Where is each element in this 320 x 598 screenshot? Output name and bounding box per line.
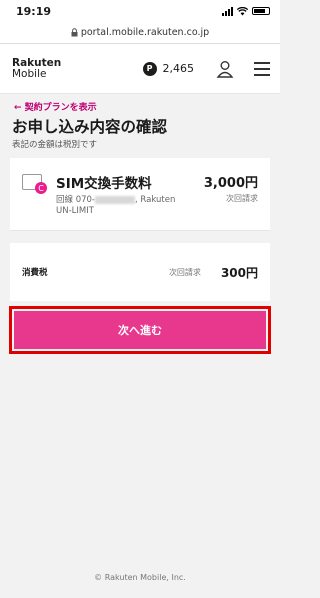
user-icon[interactable] — [216, 60, 234, 78]
item-line-info: 回線 070-, Rakuten — [56, 195, 176, 205]
sim-card-icon: C — [22, 172, 50, 198]
points-display[interactable]: P 2,465 — [142, 61, 195, 76]
item-price-note: 次回請求 — [226, 194, 258, 203]
battery-icon — [252, 7, 270, 15]
order-item-row: C SIM交換手数料 回線 070-, Rakuten UN-LIMIT 3,0… — [10, 158, 270, 231]
tax-notice: 表記の金額は税別です — [12, 140, 98, 150]
back-to-plan-link[interactable]: ← 契約プランを表示 — [14, 100, 280, 113]
item-name: SIM交換手数料 — [56, 176, 152, 192]
signal-icon — [222, 6, 233, 16]
status-time: 19:19 — [16, 4, 52, 18]
tax-price: 300円 — [220, 265, 258, 280]
item-price-block: 3,000円 次回請求 — [204, 172, 258, 218]
logo-line2: Mobile — [12, 67, 47, 80]
status-bar: 19:19 — [0, 0, 280, 22]
wifi-icon — [237, 6, 248, 15]
item-plan: UN-LIMIT — [56, 206, 94, 216]
item-price: 3,000円 — [203, 176, 258, 191]
masked-number — [95, 195, 135, 204]
points-coin-icon: P — [142, 61, 157, 76]
site-header: Rakuten Mobile P 2,465 — [0, 44, 280, 94]
copyright-footer: © Rakuten Mobile, Inc. — [94, 573, 186, 582]
logo-line1: Rakuten — [12, 56, 62, 69]
status-icons — [222, 6, 270, 16]
rakuten-mobile-logo[interactable]: Rakuten Mobile — [12, 56, 62, 80]
page-title: お申し込み内容の確認 — [12, 118, 168, 136]
next-button-wrapper: 次へ進む — [9, 306, 271, 354]
tax-label: 消費税 — [22, 268, 48, 278]
next-button[interactable]: 次へ進む — [9, 306, 271, 354]
points-value: 2,465 — [162, 62, 195, 75]
hamburger-menu-icon[interactable] — [254, 61, 270, 76]
url-text: portal.mobile.rakuten.co.jp — [80, 27, 210, 38]
order-card: C SIM交換手数料 回線 070-, Rakuten UN-LIMIT 3,0… — [10, 158, 270, 231]
tax-note: 次回請求 — [168, 267, 201, 277]
lock-icon — [71, 28, 78, 37]
tax-row: 消費税 次回請求 300円 — [10, 243, 270, 301]
item-info: SIM交換手数料 回線 070-, Rakuten UN-LIMIT — [56, 172, 204, 218]
browser-url-bar[interactable]: portal.mobile.rakuten.co.jp — [0, 22, 280, 44]
